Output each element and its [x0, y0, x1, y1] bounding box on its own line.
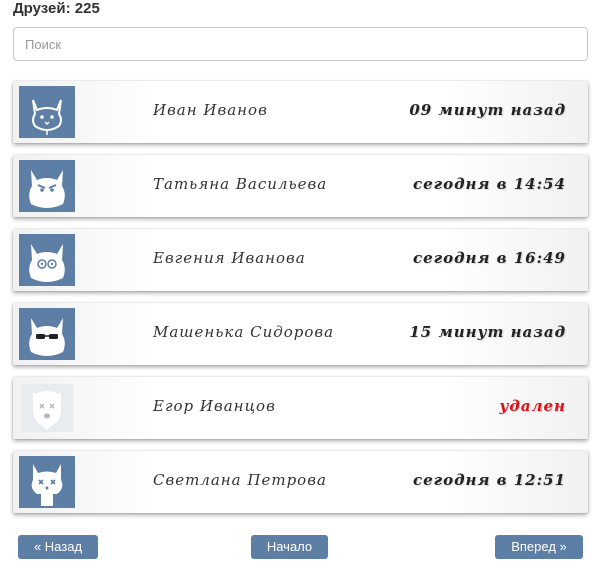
friend-status: сегодня в 14:54: [412, 175, 566, 193]
cat-icon: [19, 86, 75, 138]
back-button[interactable]: « Назад: [18, 535, 98, 559]
friend-name[interactable]: Татьяна Васильева: [153, 175, 327, 193]
dead-cat-icon: [19, 456, 75, 508]
friend-card[interactable]: Евгения Иванова сегодня в 16:49: [13, 229, 588, 291]
friend-status: удален: [499, 397, 566, 415]
home-button[interactable]: Начало: [251, 535, 328, 559]
dizzy-cat-icon: [19, 234, 75, 286]
friend-name[interactable]: Евгения Иванова: [153, 249, 306, 267]
friend-name[interactable]: Машенька Сидорова: [153, 323, 334, 341]
friend-status: сегодня в 16:49: [412, 249, 566, 267]
friend-status: 09 минут назад: [409, 101, 566, 119]
next-button[interactable]: Вперед »: [495, 535, 583, 559]
friend-card[interactable]: Светлана Петрова сегодня в 12:51: [13, 451, 588, 513]
friends-list: Иван Иванов 09 минут назад Татьяна Васил…: [13, 81, 588, 525]
friend-name[interactable]: Светлана Петрова: [153, 471, 327, 489]
angry-cat-icon: [19, 160, 75, 212]
friend-status: сегодня в 12:51: [412, 471, 566, 489]
friend-card[interactable]: Машенька Сидорова 15 минут назад: [13, 303, 588, 365]
deleted-dog-icon: [21, 384, 73, 432]
friend-card[interactable]: Егор Иванцов удален: [13, 377, 588, 439]
friend-card[interactable]: Иван Иванов 09 минут назад: [13, 81, 588, 143]
friend-name[interactable]: Егор Иванцов: [153, 397, 276, 415]
friend-card[interactable]: Татьяна Васильева сегодня в 14:54: [13, 155, 588, 217]
search-input[interactable]: [13, 27, 588, 61]
friend-status: 15 минут назад: [409, 323, 566, 341]
page-title: Друзей: 225: [13, 0, 100, 17]
sunglasses-cat-icon: [19, 308, 75, 360]
friend-name[interactable]: Иван Иванов: [153, 101, 268, 119]
